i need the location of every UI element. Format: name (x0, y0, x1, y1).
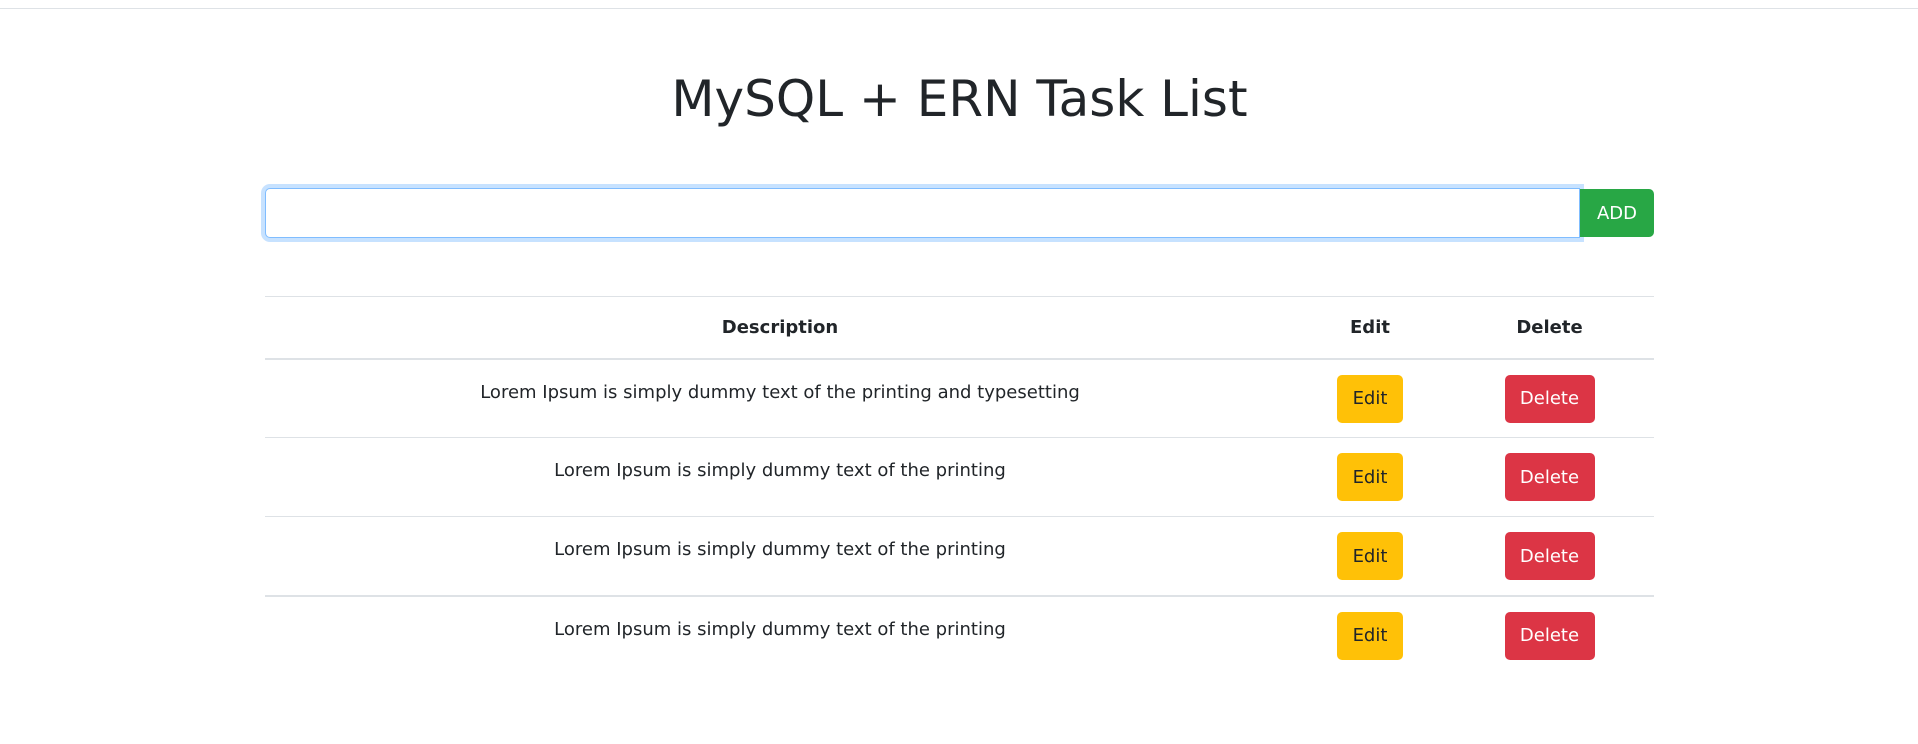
header-description: Description (265, 296, 1295, 360)
table-row: Lorem Ipsum is simply dummy text of the … (265, 437, 1654, 517)
page-title: MySQL + ERN Task List (671, 70, 1248, 128)
table-row: Lorem Ipsum is simply dummy text of the … (265, 516, 1654, 596)
delete-button[interactable]: Delete (1504, 453, 1595, 501)
table-row: Lorem Ipsum is simply dummy text of the … (265, 358, 1654, 438)
header-delete: Delete (1445, 296, 1654, 360)
delete-button[interactable]: Delete (1504, 532, 1595, 580)
edit-button[interactable]: Edit (1337, 532, 1403, 580)
add-button[interactable]: ADD (1580, 189, 1654, 237)
task-input[interactable] (265, 188, 1580, 238)
delete-button[interactable]: Delete (1504, 374, 1595, 423)
task-description: Lorem Ipsum is simply dummy text of the … (480, 381, 1080, 403)
edit-button[interactable]: Edit (1337, 374, 1403, 423)
top-divider (0, 8, 1918, 9)
header-edit: Edit (1295, 296, 1445, 360)
task-table: Description Edit Delete Lorem Ipsum is s… (265, 296, 1654, 675)
task-description: Lorem Ipsum is simply dummy text of the … (554, 618, 1006, 640)
delete-button[interactable]: Delete (1504, 611, 1595, 660)
edit-button[interactable]: Edit (1337, 611, 1403, 660)
task-description: Lorem Ipsum is simply dummy text of the … (554, 539, 1006, 560)
table-row: Lorem Ipsum is simply dummy text of the … (265, 594, 1654, 675)
add-task-form: ADD (265, 188, 1654, 238)
task-description: Lorem Ipsum is simply dummy text of the … (554, 460, 1006, 481)
table-header-row: Description Edit Delete (265, 296, 1654, 360)
edit-button[interactable]: Edit (1337, 453, 1403, 501)
